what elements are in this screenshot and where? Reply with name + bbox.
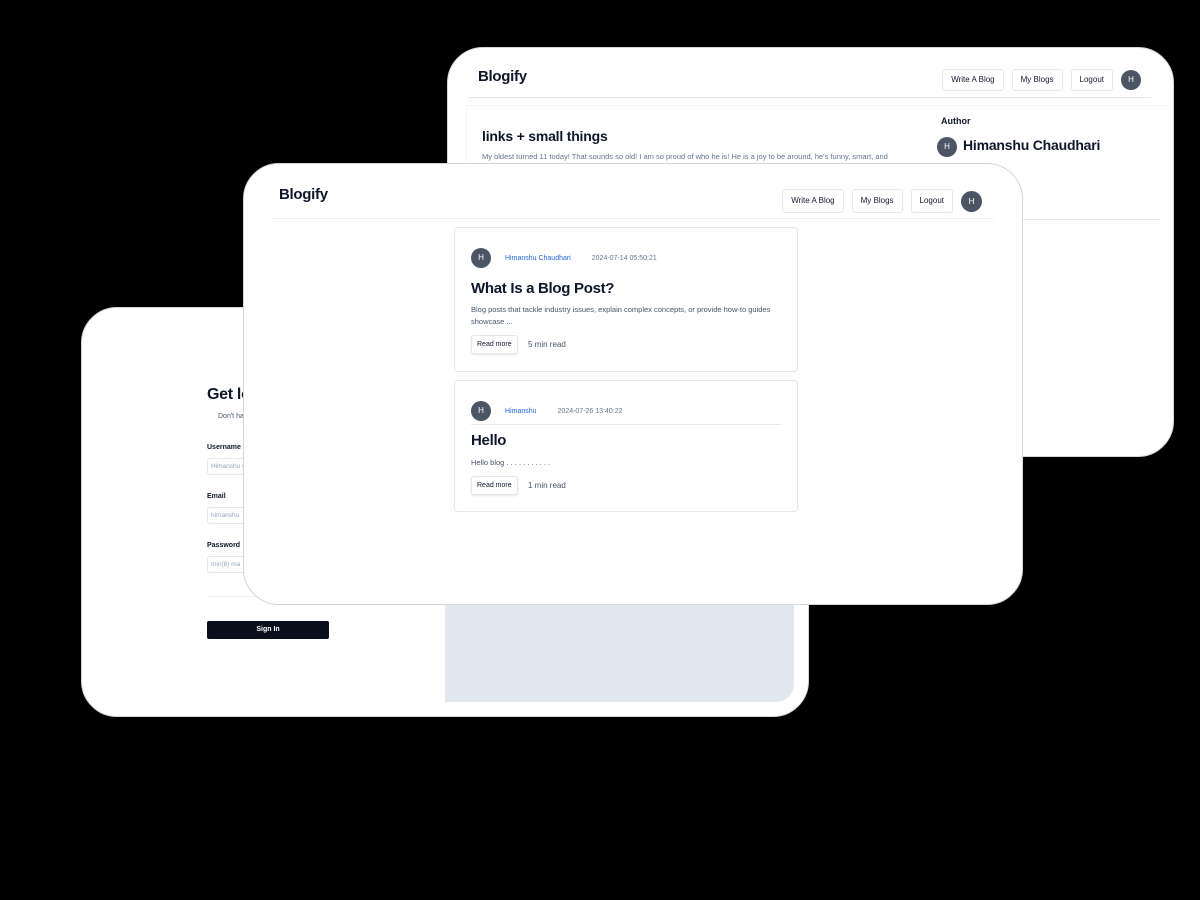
blog-title[interactable]: What Is a Blog Post? bbox=[471, 280, 614, 297]
app-logo[interactable]: Blogify bbox=[279, 186, 328, 203]
read-time: 1 min read bbox=[528, 481, 566, 490]
author-divider bbox=[1008, 219, 1160, 220]
author-avatar: H bbox=[471, 401, 491, 421]
author-avatar: H bbox=[937, 137, 957, 157]
my-blogs-button[interactable]: My Blogs bbox=[851, 189, 903, 213]
card-divider bbox=[471, 424, 781, 425]
blog-title[interactable]: Hello bbox=[471, 432, 506, 449]
post-date: 2024-07-14 05:50:21 bbox=[591, 254, 657, 262]
author-name: Himanshu Chaudhari bbox=[963, 137, 1101, 153]
app-logo[interactable]: Blogify bbox=[478, 68, 527, 85]
logout-button[interactable]: Logout bbox=[910, 189, 953, 213]
read-more-button[interactable]: Read more bbox=[471, 335, 518, 354]
post-body: My oldest turned 11 today! That sounds s… bbox=[482, 152, 888, 161]
logout-button[interactable]: Logout bbox=[1070, 69, 1113, 91]
blog-card[interactable]: H Himanshu Chaudhari 2024-07-14 05:50:21… bbox=[454, 227, 798, 372]
username-label: Username bbox=[207, 444, 241, 451]
read-more-button[interactable]: Read more bbox=[471, 476, 518, 495]
blog-meta: H Himanshu Chaudhari 2024-07-14 05:50:21 bbox=[471, 248, 657, 268]
blog-list-window: Blogify Write A Blog My Blogs Logout H H… bbox=[243, 163, 1023, 605]
author-heading: Author bbox=[941, 116, 971, 126]
blog-excerpt: Hello blog . . . . . . . . . . . bbox=[471, 458, 551, 467]
blog-meta: H Himanshu 2024-07-26 13:40:22 bbox=[471, 401, 623, 421]
header-divider bbox=[468, 97, 1151, 98]
top-nav: Write A Blog My Blogs Logout H bbox=[782, 189, 982, 213]
author-name[interactable]: Himanshu Chaudhari bbox=[505, 255, 571, 262]
blog-card[interactable]: H Himanshu 2024-07-26 13:40:22 Hello Hel… bbox=[454, 380, 798, 512]
write-blog-button[interactable]: Write A Blog bbox=[942, 69, 1004, 91]
my-blogs-button[interactable]: My Blogs bbox=[1011, 69, 1063, 91]
email-label: Email bbox=[207, 493, 226, 500]
user-avatar[interactable]: H bbox=[961, 190, 982, 212]
top-nav: Write A Blog My Blogs Logout H bbox=[942, 69, 1141, 91]
post-date: 2024-07-26 13:40:22 bbox=[557, 407, 623, 415]
signin-subtitle: Don't ha bbox=[218, 413, 244, 420]
user-avatar[interactable]: H bbox=[1121, 70, 1141, 90]
header-divider bbox=[272, 218, 994, 219]
author-avatar: H bbox=[471, 248, 491, 268]
password-label: Password bbox=[207, 542, 241, 549]
signin-button[interactable]: Sign In bbox=[207, 621, 329, 639]
post-title: links + small things bbox=[482, 128, 608, 144]
write-blog-button[interactable]: Write A Blog bbox=[782, 189, 844, 213]
blog-excerpt: Blog posts that tackle industry issues, … bbox=[471, 305, 771, 326]
read-time: 5 min read bbox=[528, 340, 566, 349]
author-name[interactable]: Himanshu bbox=[505, 408, 537, 415]
